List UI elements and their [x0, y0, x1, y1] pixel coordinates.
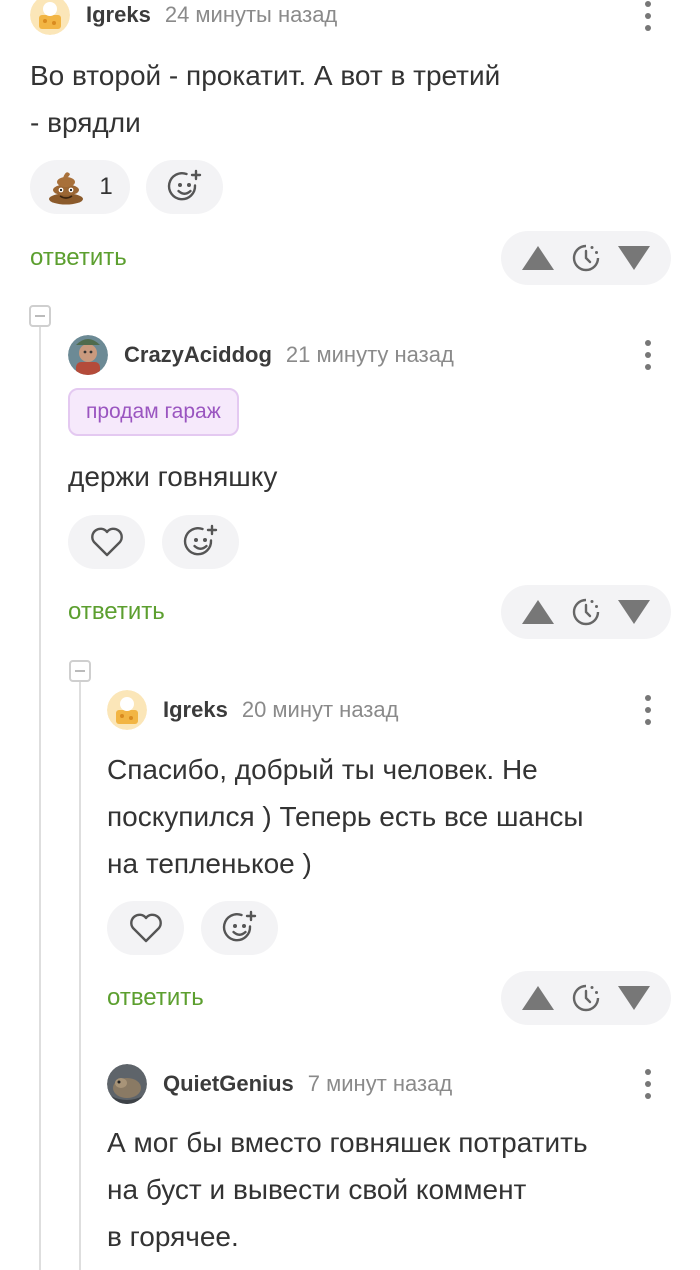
comment-time[interactable]: 21 минуту назад — [286, 342, 454, 368]
comment-text: Во второй - прокатит. А вот в третий - в… — [30, 52, 500, 146]
downvote-arrow-icon[interactable] — [617, 245, 651, 271]
comment-header: QuietGenius 7 минут назад — [107, 1064, 452, 1104]
comment-text: Спасибо, добрый ты человек. Не поскупилс… — [107, 746, 584, 887]
thread-line-level2 — [79, 680, 81, 1270]
collapse-thread-icon — [75, 670, 85, 672]
like-button[interactable] — [107, 901, 184, 955]
more-vertical-icon — [645, 340, 651, 346]
reaction-poop-button[interactable]: 1 — [30, 160, 130, 214]
comment-time[interactable]: 24 минуты назад — [165, 2, 337, 28]
reply-link[interactable]: ответить — [68, 598, 165, 626]
reply-link[interactable]: ответить — [30, 244, 127, 272]
avatar[interactable] — [68, 335, 108, 375]
comment-time[interactable]: 20 минут назад — [242, 697, 399, 723]
upvote-arrow-icon[interactable] — [521, 985, 555, 1011]
avatar[interactable] — [107, 690, 147, 730]
comment-header: Igreks 20 минут назад — [107, 690, 398, 730]
upvote-arrow-icon[interactable] — [521, 599, 555, 625]
comment-header: CrazyAciddog 21 минуту назад — [68, 335, 454, 375]
author-name[interactable]: QuietGenius — [163, 1071, 294, 1097]
comment-text-line: в горячее. — [107, 1221, 239, 1252]
author-name[interactable]: Igreks — [163, 697, 228, 723]
thread-line-level1 — [39, 325, 41, 1270]
comment-text-line: поскупился ) Теперь есть все шансы — [107, 801, 584, 832]
like-button[interactable] — [68, 515, 145, 569]
comment-menu-button[interactable] — [636, 690, 660, 730]
comment-time[interactable]: 7 минут назад — [308, 1071, 452, 1097]
downvote-arrow-icon[interactable] — [617, 599, 651, 625]
comment-text: А мог бы вместо говняшек потратить на бу… — [107, 1119, 588, 1260]
comment-header: Igreks 24 минуты назад — [30, 0, 337, 35]
downvote-arrow-icon[interactable] — [617, 985, 651, 1011]
more-vertical-icon — [645, 1, 651, 7]
comment-text-line: на буст и вывести свой коммент — [107, 1174, 527, 1205]
heart-icon — [90, 527, 123, 557]
add-reaction-button[interactable] — [162, 515, 239, 569]
comment-text-line: Спасибо, добрый ты человек. Не — [107, 754, 538, 785]
more-vertical-icon — [645, 1069, 651, 1075]
upvote-arrow-icon[interactable] — [521, 245, 555, 271]
save-later-icon[interactable] — [572, 984, 600, 1012]
more-vertical-icon — [645, 695, 651, 701]
comment-text-line: Во второй - прокатит. А вот в третий — [30, 60, 501, 91]
comment-text-line: - врядли — [30, 107, 141, 138]
author-name[interactable]: Igreks — [86, 2, 151, 28]
avatar[interactable] — [107, 1064, 147, 1104]
collapse-thread-button[interactable] — [29, 305, 51, 327]
comment-menu-button[interactable] — [636, 1064, 660, 1104]
avatar[interactable] — [30, 0, 70, 35]
add-reaction-button[interactable] — [146, 160, 223, 214]
author-name[interactable]: CrazyAciddog — [124, 342, 272, 368]
add-reaction-icon — [167, 169, 201, 201]
add-reaction-icon — [183, 524, 217, 556]
comment-text: держи говняшку — [68, 453, 277, 500]
vote-panel — [501, 971, 671, 1025]
collapse-thread-button[interactable] — [69, 660, 91, 682]
comment-text-line: на тепленькое ) — [107, 848, 312, 879]
reply-link[interactable]: ответить — [107, 984, 204, 1012]
vote-panel — [501, 231, 671, 285]
comment-menu-button[interactable] — [636, 335, 660, 375]
add-reaction-button[interactable] — [201, 901, 278, 955]
comment-text-line: держи говняшку — [68, 461, 278, 492]
comment-menu-button[interactable] — [636, 0, 660, 36]
save-later-icon[interactable] — [572, 244, 600, 272]
comment-text-line: А мог бы вместо говняшек потратить — [107, 1127, 588, 1158]
add-reaction-icon — [222, 910, 256, 942]
save-later-icon[interactable] — [572, 598, 600, 626]
reaction-count: 1 — [99, 173, 113, 200]
user-badge[interactable]: продам гараж — [68, 388, 239, 436]
collapse-thread-icon — [35, 315, 45, 317]
vote-panel — [501, 585, 671, 639]
poop-emoji-icon — [49, 172, 84, 205]
heart-icon — [129, 913, 162, 943]
